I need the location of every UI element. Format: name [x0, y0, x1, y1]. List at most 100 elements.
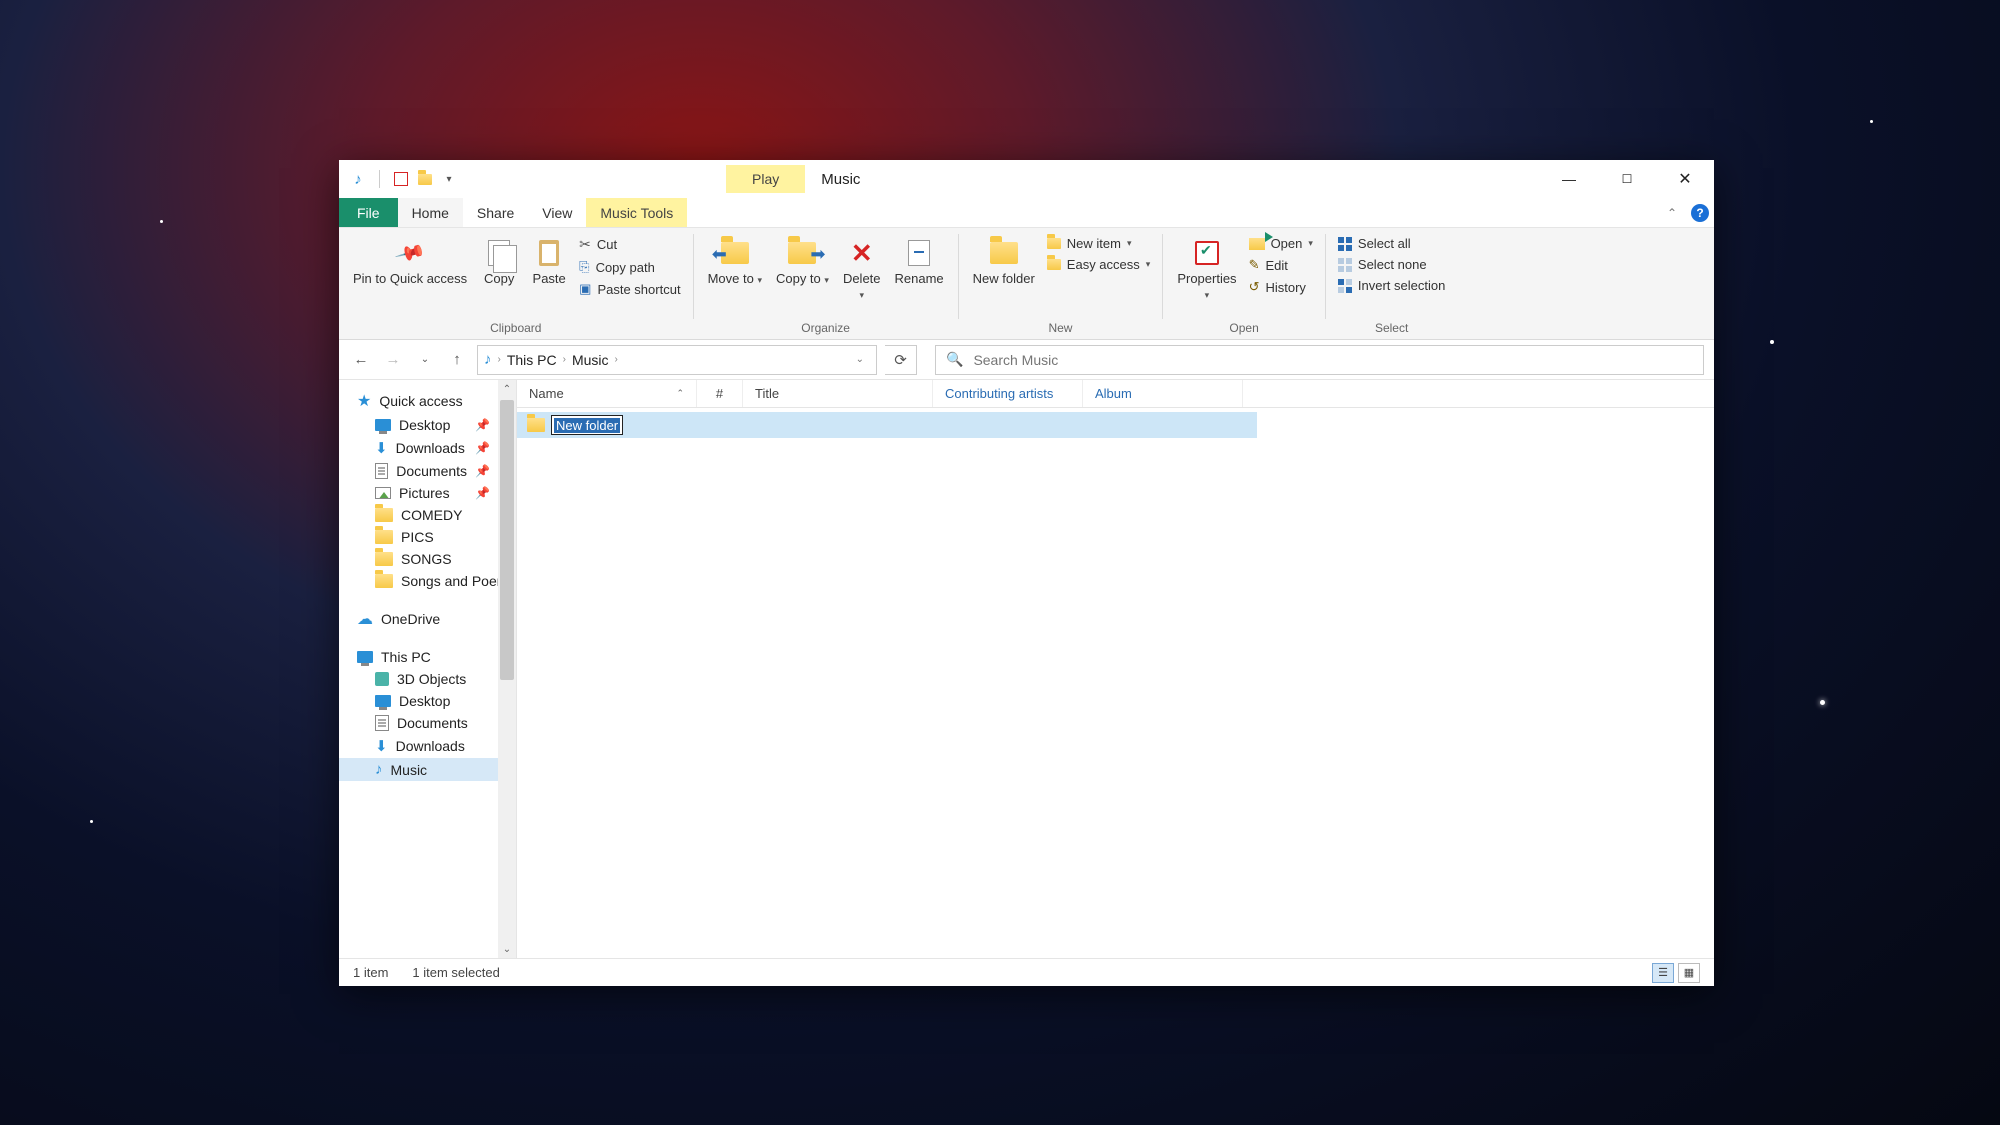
history-button[interactable]: ↺History [1245, 277, 1317, 297]
thumbnails-view-button[interactable]: ▦ [1678, 963, 1700, 983]
forward-button[interactable]: → [381, 348, 405, 372]
up-button[interactable]: ↑ [445, 348, 469, 372]
nav-pictures[interactable]: Pictures📌 [339, 482, 516, 504]
open-button[interactable]: Open ▾ [1245, 234, 1317, 253]
nav-this-pc[interactable]: This PC [339, 646, 516, 668]
chevron-right-icon: › [563, 354, 566, 365]
search-input[interactable] [973, 352, 1693, 368]
pin-icon: 📌 [475, 486, 490, 500]
copy-path-button[interactable]: ⎘Copy path [575, 257, 684, 277]
scroll-thumb[interactable] [500, 400, 514, 680]
file-row-new-folder[interactable]: New folder [517, 412, 1257, 438]
folder-icon [525, 414, 547, 436]
column-number[interactable]: # [697, 380, 743, 407]
group-label-select: Select [1334, 321, 1449, 337]
nav-quick-access[interactable]: ★Quick access [339, 388, 516, 414]
help-button[interactable]: ? [1686, 198, 1714, 227]
nav-pics[interactable]: PICS [339, 526, 516, 548]
properties-icon [1195, 241, 1219, 265]
nav-documents-2[interactable]: Documents [339, 712, 516, 734]
ribbon-group-clipboard: 📌 Pin to Quick access Copy Paste ✂Cut ⎘C… [339, 228, 693, 339]
properties-qat-icon[interactable] [392, 170, 410, 188]
tab-home[interactable]: Home [398, 198, 463, 227]
edit-button[interactable]: ✎Edit [1245, 255, 1317, 275]
details-view-button[interactable]: ☰ [1652, 963, 1674, 983]
cut-button[interactable]: ✂Cut [575, 234, 684, 255]
column-album[interactable]: Album [1083, 380, 1243, 407]
nav-documents[interactable]: Documents📌 [339, 460, 516, 482]
paste-button[interactable]: Paste [525, 232, 573, 287]
address-bar[interactable]: ♪ › This PC › Music › ⌄ [477, 345, 877, 375]
column-name[interactable]: Name⌃ [517, 380, 697, 407]
scroll-up-button[interactable]: ⌃ [498, 380, 516, 398]
delete-button[interactable]: ✕ Delete▾ [837, 232, 887, 302]
ribbon-tabs: File Home Share View Music Tools ⌃ ? [339, 198, 1714, 228]
close-button[interactable]: ✕ [1656, 160, 1714, 198]
folder-icon [375, 574, 393, 588]
tab-file[interactable]: File [339, 198, 398, 227]
nav-downloads-2[interactable]: ⬇Downloads [339, 734, 516, 758]
file-explorer-window: ♪ ▾ Play Music — ☐ ✕ File Home Share Vie… [339, 160, 1714, 986]
breadcrumb-this-pc[interactable]: This PC [507, 352, 557, 368]
pin-to-quick-access-button[interactable]: 📌 Pin to Quick access [347, 232, 473, 287]
rename-input[interactable]: New folder [551, 415, 623, 435]
sort-asc-icon: ⌃ [676, 388, 684, 399]
desktop-icon [375, 695, 391, 707]
nav-desktop[interactable]: Desktop📌 [339, 414, 516, 436]
copy-button[interactable]: Copy [475, 232, 523, 287]
new-item-icon [1047, 238, 1061, 249]
nav-3d-objects[interactable]: 3D Objects [339, 668, 516, 690]
nav-desktop-2[interactable]: Desktop [339, 690, 516, 712]
invert-selection-button[interactable]: Invert selection [1334, 276, 1449, 295]
music-icon: ♪ [349, 170, 367, 188]
search-box[interactable]: 🔍 [935, 345, 1704, 375]
rename-input-text[interactable]: New folder [554, 418, 620, 433]
select-none-button[interactable]: Select none [1334, 255, 1449, 274]
ribbon-group-open: Properties▾ Open ▾ ✎Edit ↺History Open [1163, 228, 1325, 339]
qat-dropdown-icon[interactable]: ▾ [440, 170, 458, 188]
select-all-icon [1338, 237, 1352, 251]
tab-view[interactable]: View [528, 198, 586, 227]
nav-comedy[interactable]: COMEDY [339, 504, 516, 526]
rename-button[interactable]: Rename [889, 232, 950, 287]
column-contributing-artists[interactable]: Contributing artists [933, 380, 1083, 407]
refresh-button[interactable]: ⟳ [885, 345, 917, 375]
properties-button[interactable]: Properties▾ [1171, 232, 1242, 302]
back-button[interactable]: ← [349, 348, 373, 372]
maximize-button[interactable]: ☐ [1598, 160, 1656, 198]
new-item-button[interactable]: New item ▾ [1043, 234, 1155, 253]
breadcrumb-music[interactable]: Music [572, 352, 609, 368]
new-folder-button[interactable]: New folder [967, 232, 1041, 287]
chevron-right-icon: › [615, 354, 618, 365]
nav-onedrive[interactable]: ☁OneDrive [339, 606, 516, 632]
address-dropdown-button[interactable]: ⌄ [850, 354, 870, 365]
history-icon: ↺ [1249, 279, 1260, 295]
play-contextual-tab[interactable]: Play [726, 165, 805, 193]
nav-scrollbar[interactable]: ⌃ ⌄ [498, 380, 516, 958]
nav-songs-poems[interactable]: Songs and Poem [339, 570, 516, 592]
status-selected-count: 1 item selected [412, 965, 499, 980]
paste-shortcut-button[interactable]: ▣Paste shortcut [575, 279, 684, 299]
copy-to-button[interactable]: ➡ Copy to ▾ [770, 232, 835, 287]
easy-access-button[interactable]: Easy access ▾ [1043, 255, 1155, 274]
downloads-icon: ⬇ [375, 737, 388, 755]
ribbon-group-select: Select all Select none Invert selection … [1326, 228, 1457, 339]
collapse-ribbon-button[interactable]: ⌃ [1658, 198, 1686, 227]
navigation-pane: ★Quick access Desktop📌 ⬇Downloads📌 Docum… [339, 380, 517, 958]
recent-locations-button[interactable]: ⌄ [413, 348, 437, 372]
folder-icon [375, 552, 393, 566]
tab-share[interactable]: Share [463, 198, 528, 227]
nav-music[interactable]: ♪Music [339, 758, 516, 781]
tab-music-tools[interactable]: Music Tools [586, 198, 687, 227]
documents-icon [375, 463, 388, 479]
move-to-button[interactable]: ⬅ Move to ▾ [702, 232, 768, 287]
scroll-down-button[interactable]: ⌄ [498, 940, 516, 958]
new-folder-qat-icon[interactable] [416, 170, 434, 188]
column-title[interactable]: Title [743, 380, 933, 407]
file-list[interactable]: New folder [517, 408, 1714, 958]
select-all-button[interactable]: Select all [1334, 234, 1449, 253]
pictures-icon [375, 487, 391, 499]
nav-downloads[interactable]: ⬇Downloads📌 [339, 436, 516, 460]
minimize-button[interactable]: — [1540, 160, 1598, 198]
nav-songs[interactable]: SONGS [339, 548, 516, 570]
